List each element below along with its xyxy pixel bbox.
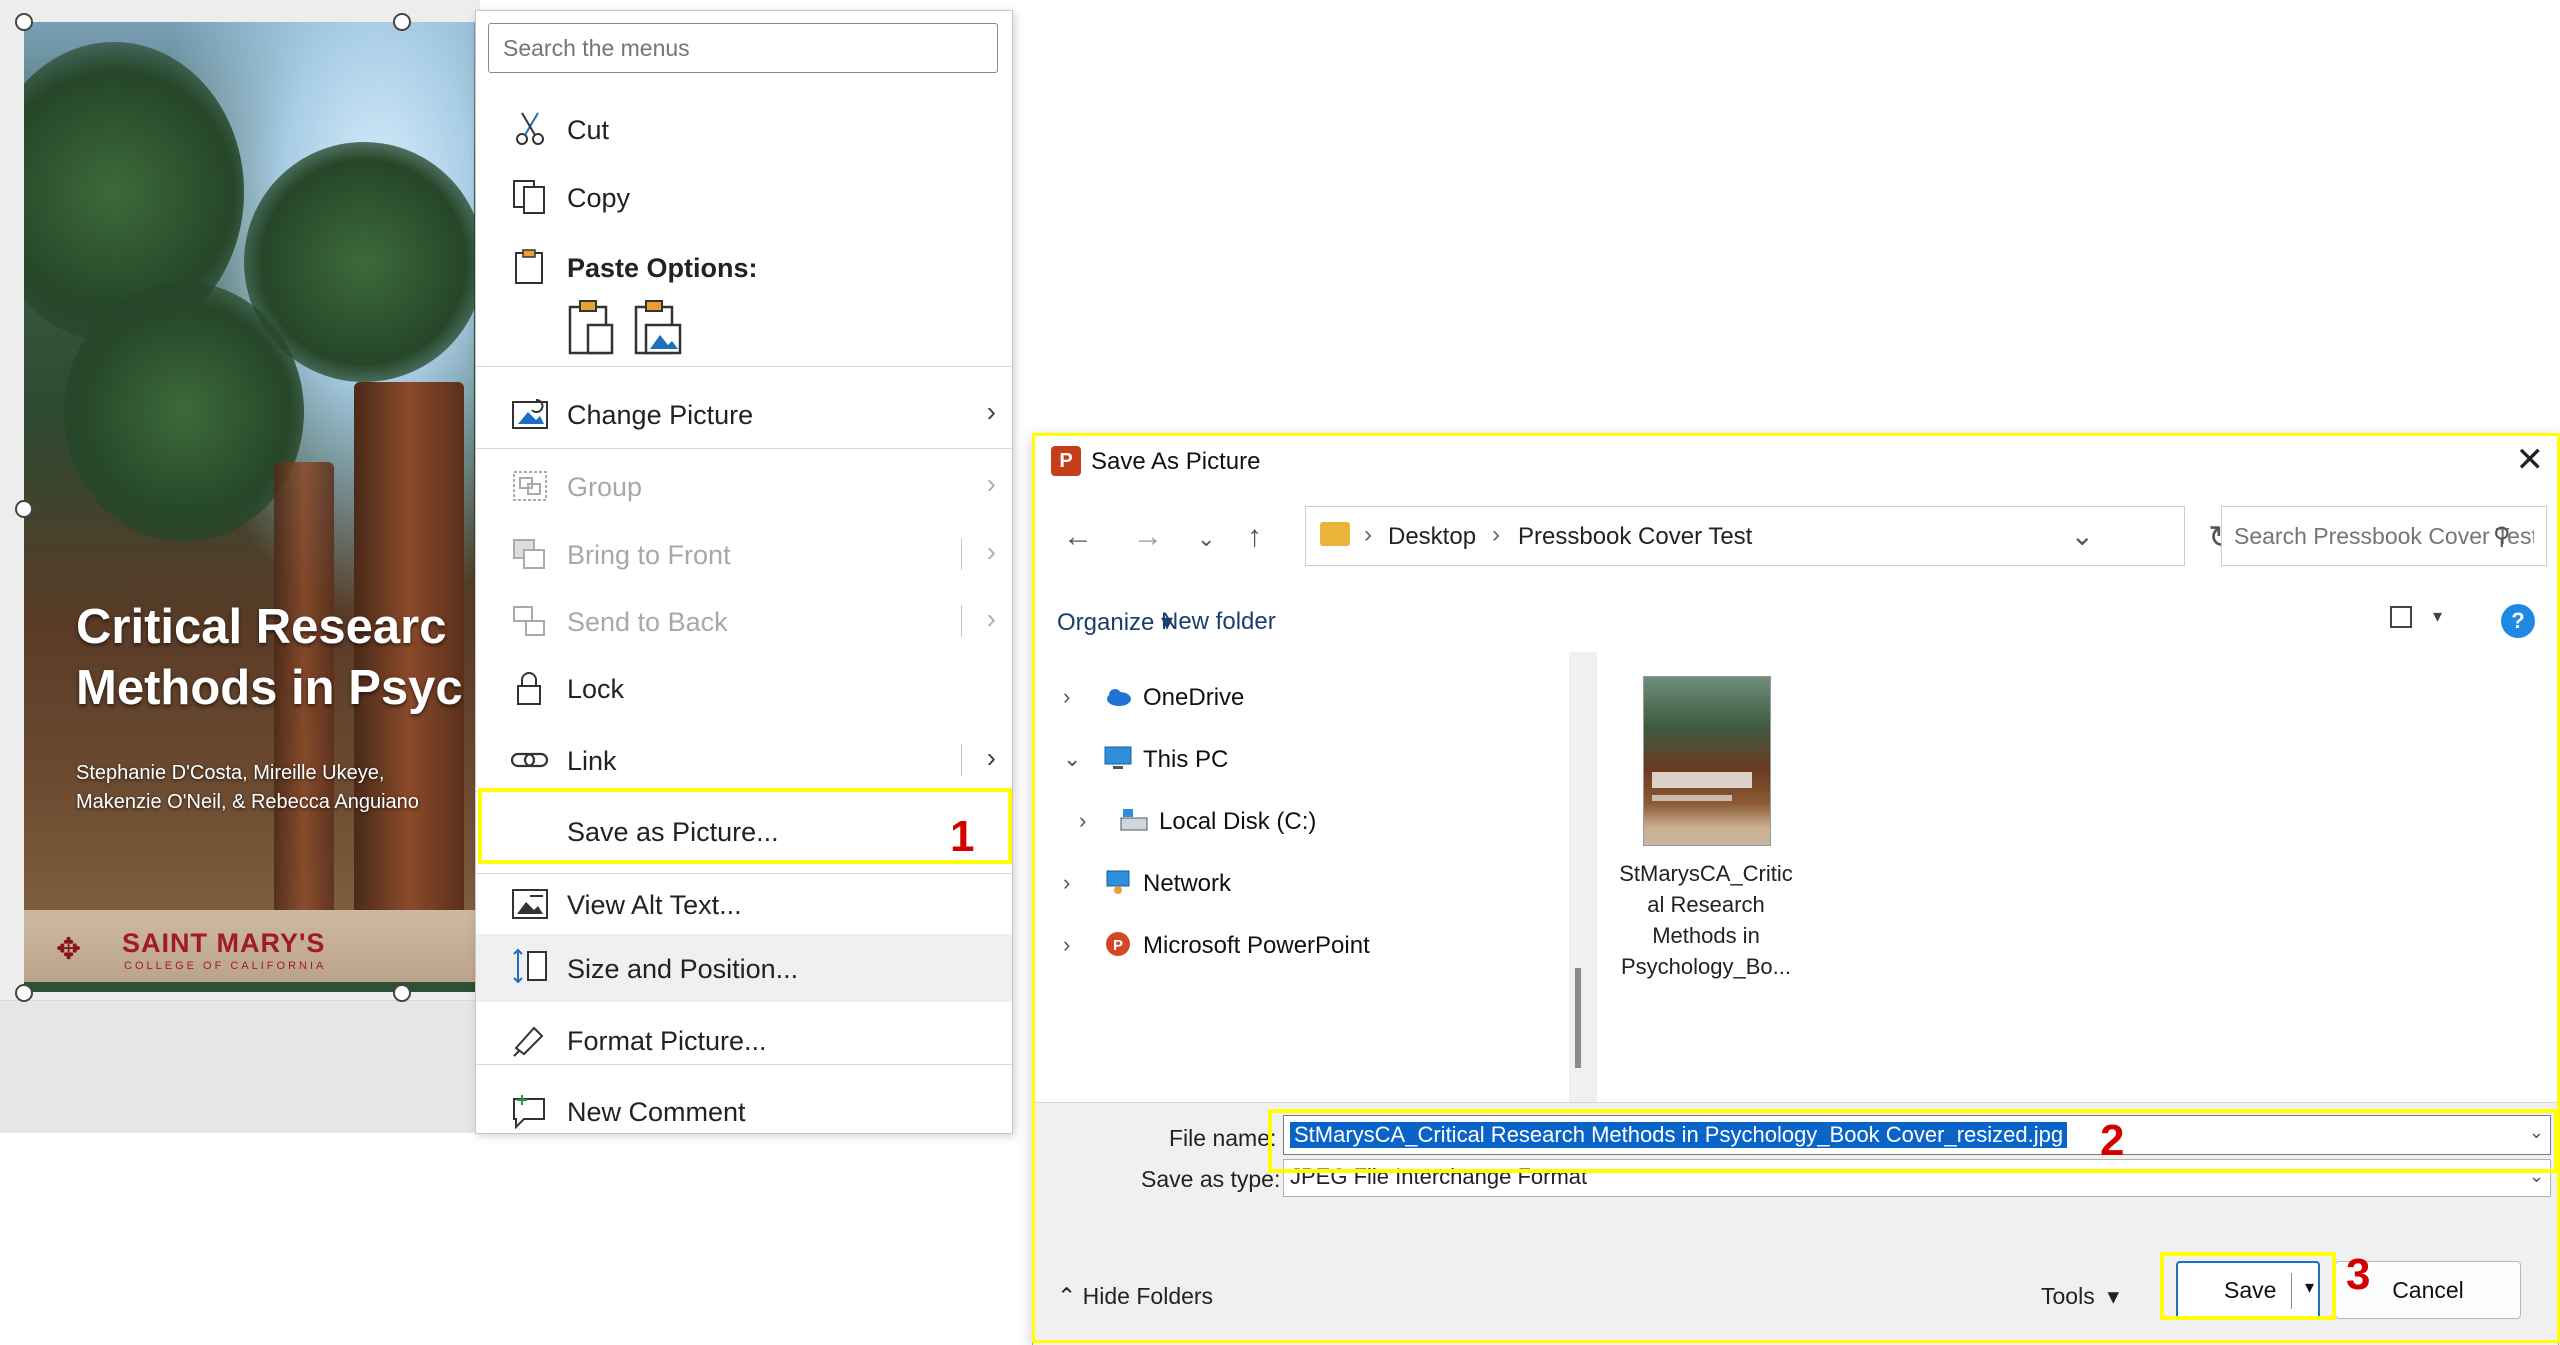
alt-text-icon bbox=[512, 889, 548, 919]
highlight-save-as-picture bbox=[478, 788, 1012, 864]
menu-separator bbox=[476, 1064, 1012, 1065]
paste-keep-formatting-icon[interactable] bbox=[566, 299, 618, 357]
menu-item-label: Format Picture... bbox=[567, 1026, 767, 1056]
menu-item-label: Lock bbox=[567, 674, 625, 704]
menu-item-label: New Comment bbox=[567, 1097, 746, 1127]
submenu-arrow-icon: › bbox=[986, 742, 996, 773]
menu-item-size-and-position[interactable]: Size and Position... bbox=[476, 934, 1012, 1002]
menu-item-new-comment[interactable]: New Comment bbox=[476, 1081, 1012, 1141]
scissors-icon bbox=[516, 112, 544, 145]
copy-icon bbox=[513, 180, 545, 214]
college-name: SAINT MARY'S bbox=[122, 928, 326, 958]
step-number-1: 1 bbox=[950, 812, 975, 861]
menu-item-change-picture[interactable]: Change Picture › bbox=[476, 384, 1012, 444]
size-position-icon bbox=[513, 948, 547, 984]
menu-item-label: Link bbox=[567, 746, 617, 776]
menu-item-send-to-back[interactable]: Send to Back › bbox=[476, 591, 1012, 651]
highlight-save-button bbox=[2160, 1252, 2336, 1320]
step-number-2: 2 bbox=[2100, 1116, 2125, 1165]
college-subtitle: COLLEGE OF CALIFORNIA bbox=[124, 960, 327, 972]
menu-item-label: Cut bbox=[567, 115, 610, 145]
menu-item-bring-to-front[interactable]: Bring to Front › bbox=[476, 524, 1012, 584]
college-emblem-icon: ✥ bbox=[56, 933, 82, 966]
submenu-arrow-icon: › bbox=[986, 468, 996, 499]
menu-item-label: Paste Options: bbox=[567, 253, 758, 283]
change-picture-icon bbox=[512, 399, 548, 429]
send-to-back-icon bbox=[513, 606, 545, 636]
resize-handle[interactable] bbox=[393, 13, 411, 31]
clipboard-icon bbox=[515, 249, 543, 284]
link-icon bbox=[510, 752, 549, 768]
menu-item-format-picture[interactable]: Format Picture... bbox=[476, 1010, 1012, 1070]
resize-handle[interactable] bbox=[15, 13, 33, 31]
menu-item-label: Size and Position... bbox=[567, 954, 799, 984]
menu-item-label: Send to Back bbox=[567, 607, 728, 637]
cover-authors: Stephanie D'Costa, Mireille Ukeye, Maken… bbox=[76, 762, 419, 813]
resize-handle[interactable] bbox=[393, 984, 411, 1002]
context-menu: Cut Copy Paste Options: Change Picture ›… bbox=[475, 10, 1013, 1134]
submenu-arrow-icon: › bbox=[986, 396, 996, 427]
split-separator bbox=[961, 538, 962, 570]
highlight-save-dialog bbox=[1032, 433, 2560, 1343]
menu-item-copy[interactable]: Copy bbox=[476, 167, 1012, 227]
highlight-file-name bbox=[1268, 1109, 2558, 1173]
menu-search-input[interactable] bbox=[488, 23, 998, 73]
menu-separator bbox=[476, 448, 1012, 449]
menu-item-view-alt-text[interactable]: View Alt Text... bbox=[476, 874, 1012, 934]
menu-item-label: Bring to Front bbox=[567, 540, 731, 570]
slide-lower-area bbox=[0, 1000, 480, 1133]
submenu-arrow-icon: › bbox=[986, 536, 996, 567]
menu-item-lock[interactable]: Lock bbox=[476, 658, 1012, 718]
format-picture-icon bbox=[513, 1026, 544, 1057]
menu-item-link[interactable]: Link › bbox=[476, 730, 1012, 790]
menu-item-cut[interactable]: Cut bbox=[476, 99, 1012, 159]
menu-item-paste-options: Paste Options: bbox=[476, 237, 1012, 297]
step-number-3: 3 bbox=[2346, 1250, 2371, 1299]
paste-as-picture-icon[interactable] bbox=[632, 299, 684, 357]
menu-separator bbox=[476, 366, 1012, 367]
split-separator bbox=[961, 744, 962, 776]
split-separator bbox=[961, 605, 962, 637]
menu-item-label: Group bbox=[567, 472, 643, 502]
cover-title: Critical Researc Methods in Psyc bbox=[76, 600, 463, 715]
submenu-arrow-icon: › bbox=[986, 603, 996, 634]
new-comment-icon bbox=[513, 1095, 545, 1129]
resize-handle[interactable] bbox=[15, 500, 33, 518]
menu-item-label: View Alt Text... bbox=[567, 890, 742, 920]
menu-item-label: Change Picture bbox=[567, 400, 754, 430]
menu-item-label: Copy bbox=[567, 183, 631, 213]
group-icon bbox=[513, 471, 547, 501]
book-cover-image[interactable]: Critical Researc Methods in Psyc Stephan… bbox=[24, 22, 476, 992]
cover-foliage bbox=[244, 142, 476, 382]
lock-icon bbox=[517, 672, 541, 705]
bring-to-front-icon bbox=[513, 539, 545, 569]
cover-footer: ✥ SAINT MARY'S COLLEGE OF CALIFORNIA bbox=[24, 910, 476, 992]
menu-item-group[interactable]: Group › bbox=[476, 456, 1012, 516]
resize-handle[interactable] bbox=[15, 984, 33, 1002]
